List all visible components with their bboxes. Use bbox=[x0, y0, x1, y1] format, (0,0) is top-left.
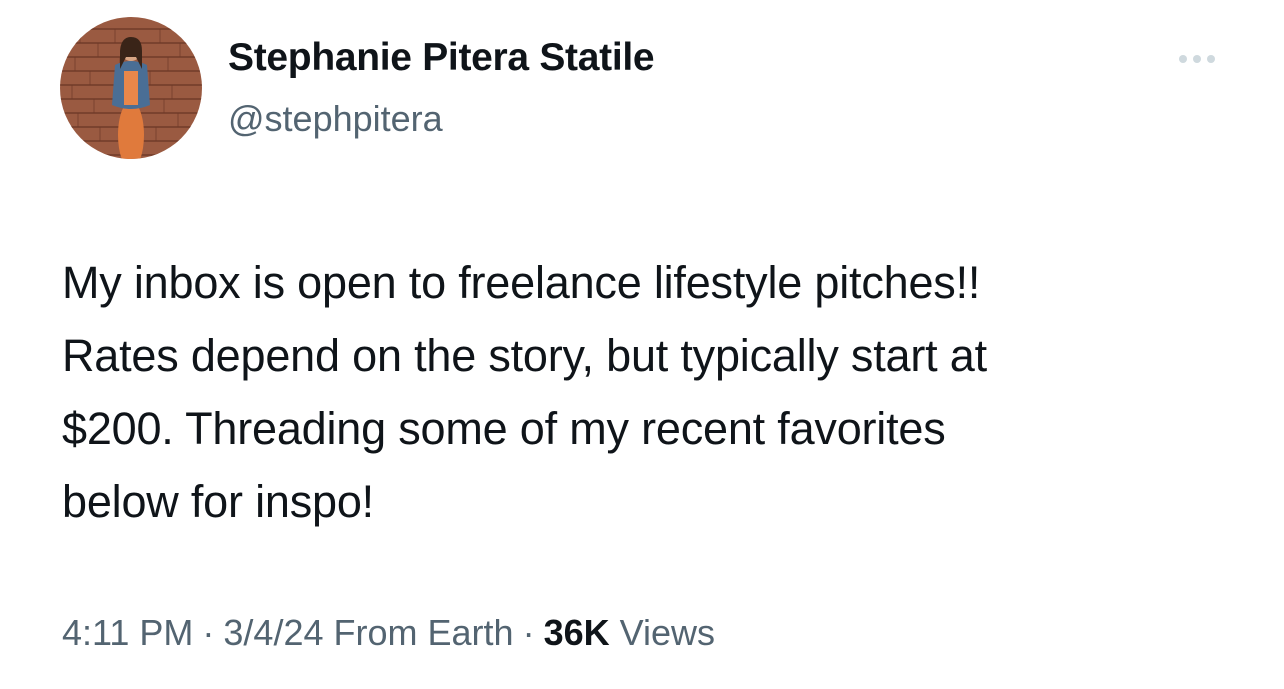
tweet-location: From Earth bbox=[333, 612, 514, 653]
meta-separator: · bbox=[202, 612, 215, 653]
user-handle[interactable]: @stephpitera bbox=[228, 98, 443, 140]
meta-separator: · bbox=[522, 612, 535, 653]
avatar[interactable] bbox=[60, 17, 202, 159]
ellipsis-horizontal-icon bbox=[1179, 55, 1215, 63]
tweet-text: My inbox is open to freelance lifestyle … bbox=[62, 257, 987, 527]
views-label: Views bbox=[619, 612, 716, 653]
tweet-date[interactable]: 3/4/24 bbox=[223, 612, 323, 653]
tweet-metadata: 4:11 PM · 3/4/24 From Earth · 36K Views bbox=[62, 612, 715, 654]
display-name[interactable]: Stephanie Pitera Statile bbox=[228, 36, 655, 80]
views-count[interactable]: 36K bbox=[544, 612, 610, 653]
more-options-button[interactable] bbox=[1172, 44, 1222, 74]
tweet-time[interactable]: 4:11 PM bbox=[62, 612, 193, 653]
user-avatar-photo-icon bbox=[60, 17, 202, 159]
